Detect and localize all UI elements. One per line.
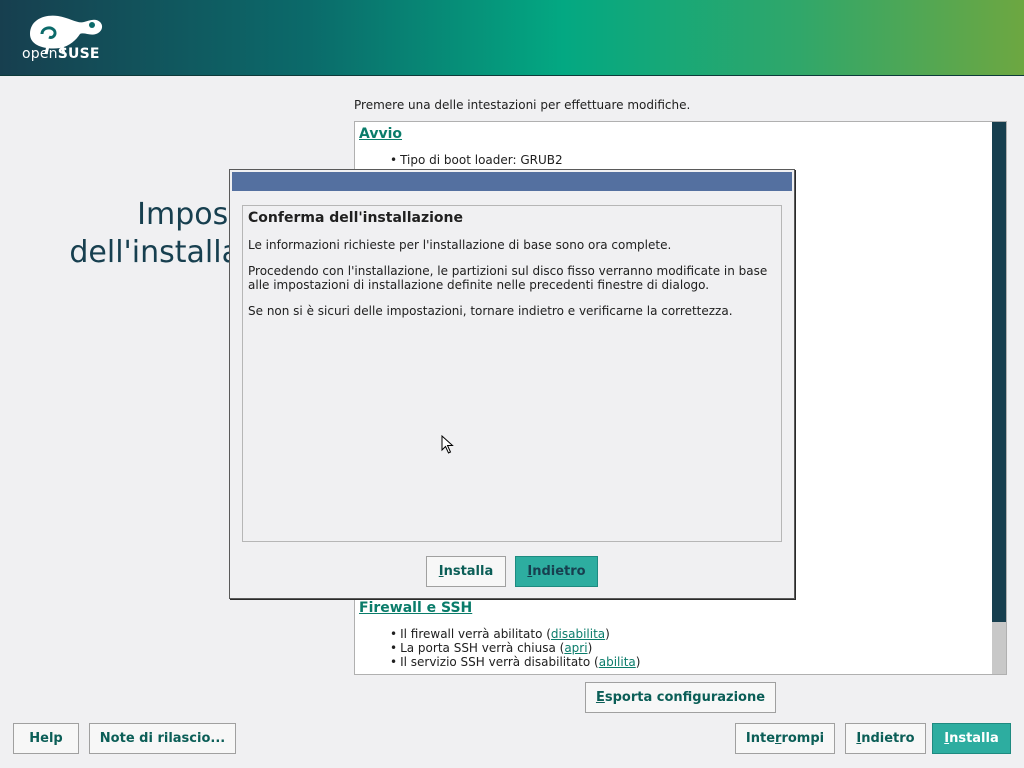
dialog-paragraph-2: Procedendo con l'installazione, le parti… [248, 264, 768, 292]
firewall-item: Il firewall verrà abilitato (disabilita) [390, 627, 610, 641]
section-heading-boot[interactable]: Avvio [359, 126, 402, 142]
summary-hint: Premere una delle intestazioni per effet… [354, 98, 691, 112]
mouse-pointer-icon [441, 435, 454, 454]
dialog-content: Conferma dell'installazione Le informazi… [242, 205, 782, 542]
page-title: Impost dell'installa [40, 196, 240, 272]
summary-scrollbar-thumb[interactable] [992, 122, 1006, 622]
dialog-paragraph-3: Se non si è sicuri delle impostazioni, t… [248, 304, 733, 318]
release-notes-button[interactable]: Note di rilascio... [89, 723, 236, 754]
help-button[interactable]: Help [13, 723, 79, 754]
install-button[interactable]: Installa [932, 723, 1011, 754]
disable-firewall-link[interactable]: disabilita [551, 627, 605, 641]
export-configuration-button[interactable]: Esporta configurazione [585, 682, 776, 713]
section-heading-firewall[interactable]: Firewall e SSH [359, 600, 472, 616]
page-title-line1: Impost [137, 197, 240, 232]
dialog-install-button[interactable]: Installa [426, 556, 506, 587]
brand-suffix: SUSE [57, 46, 100, 62]
header-bar: openSUSE [0, 0, 1024, 76]
boot-item: Tipo di boot loader: GRUB2 [390, 153, 563, 167]
page-title-line2: dell'installa [69, 235, 240, 270]
ssh-service-item: Il servizio SSH verrà disabilitato (abil… [390, 655, 640, 669]
open-ssh-port-link[interactable]: apri [564, 641, 587, 655]
enable-ssh-link[interactable]: abilita [599, 655, 636, 669]
brand-wordmark: openSUSE [22, 46, 100, 62]
summary-scrollbar[interactable] [992, 122, 1006, 674]
back-button[interactable]: Indietro [845, 723, 926, 754]
dialog-back-button[interactable]: Indietro [515, 556, 598, 587]
confirm-installation-dialog: Conferma dell'installazione Le informazi… [229, 169, 795, 599]
dialog-titlebar[interactable] [232, 172, 792, 191]
dialog-paragraph-1: Le informazioni richieste per l'installa… [248, 238, 672, 252]
abort-button[interactable]: Inte r rompi [735, 723, 835, 754]
brand-prefix: open [22, 46, 58, 62]
ssh-port-item: La porta SSH verrà chiusa (apri) [390, 641, 592, 655]
dialog-title: Conferma dell'installazione [248, 210, 463, 226]
